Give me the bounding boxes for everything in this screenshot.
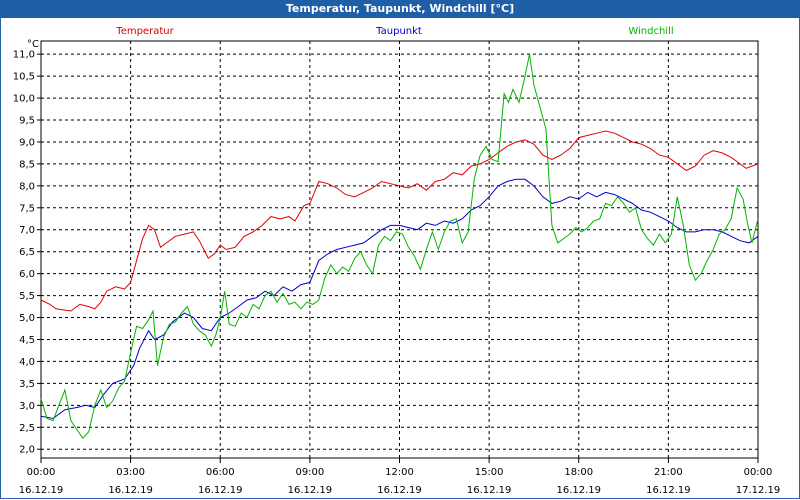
x-tick-date: 16.12.19 bbox=[108, 485, 153, 496]
chart-title: Temperatur, Taupunkt, Windchill [°C] bbox=[0, 0, 800, 18]
y-tick-label: 3,0 bbox=[19, 401, 35, 412]
y-tick-label: 4,0 bbox=[19, 357, 35, 368]
chart-frame: 2,0 2,5 3,0 3,5 4,0 4,5 5,0 5,5 6,0 6,5 7,0 7,5 8,0 8… bbox=[0, 18, 800, 499]
y-tick-label: 5,0 bbox=[19, 313, 35, 324]
x-tick-time: 06:00 bbox=[206, 467, 235, 478]
y-tick-label: 9,0 bbox=[19, 137, 35, 148]
y-tick-label: 5,5 bbox=[19, 291, 35, 302]
x-tick-date: 16.12.19 bbox=[288, 485, 333, 496]
y-tick-label: 2,0 bbox=[19, 445, 35, 456]
y-tick-label: 4,5 bbox=[19, 335, 35, 346]
y-tick-label: 6,5 bbox=[19, 247, 35, 258]
x-tick-time: 00:00 bbox=[27, 467, 56, 478]
legend-windchill: Windchill bbox=[628, 26, 673, 37]
x-tick-time: 15:00 bbox=[475, 467, 504, 478]
x-tick-time: 09:00 bbox=[295, 467, 324, 478]
x-tick-date: 16.12.19 bbox=[556, 485, 601, 496]
x-tick-date: 16.12.19 bbox=[646, 485, 691, 496]
y-tick-label: 9,5 bbox=[19, 116, 35, 127]
y-tick-label: 2,5 bbox=[19, 423, 35, 434]
x-tick-date: 16.12.19 bbox=[19, 485, 64, 496]
y-tick-label: 10,0 bbox=[13, 94, 35, 105]
x-tick-time: 18:00 bbox=[564, 467, 593, 478]
tick-labels: 2,0 2,5 3,0 3,5 4,0 4,5 5,0 5,5 6,0 6,5 7,0 7,5 8,0 8… bbox=[13, 50, 781, 496]
y-tick-label: 7,0 bbox=[19, 225, 35, 236]
y-tick-label: 3,5 bbox=[19, 379, 35, 390]
y-tick-label: 7,5 bbox=[19, 203, 35, 214]
x-tick-date: 16.12.19 bbox=[198, 485, 243, 496]
x-tick-date: 16.12.19 bbox=[377, 485, 422, 496]
grid-lines bbox=[41, 41, 758, 458]
y-tick-label: 8,0 bbox=[19, 181, 35, 192]
legend-temperatur: Temperatur bbox=[115, 26, 174, 37]
chart-canvas: 2,0 2,5 3,0 3,5 4,0 4,5 5,0 5,5 6,0 6,5 7,0 7,5 8,0 8… bbox=[13, 26, 781, 496]
legend-taupunkt: Taupunkt bbox=[375, 26, 422, 37]
x-tick-time: 00:00 bbox=[744, 467, 773, 478]
x-tick-time: 21:00 bbox=[654, 467, 683, 478]
y-tick-label: 8,5 bbox=[19, 159, 35, 170]
x-tick-date: 17.12.19 bbox=[736, 485, 781, 496]
y-axis-label: °C bbox=[27, 39, 39, 50]
x-tick-time: 03:00 bbox=[116, 467, 145, 478]
y-tick-label: 6,0 bbox=[19, 269, 35, 280]
x-tick-date: 16.12.19 bbox=[467, 485, 512, 496]
y-tick-label: 10,5 bbox=[13, 72, 35, 83]
x-tick-time: 12:00 bbox=[385, 467, 414, 478]
y-tick-label: 11,0 bbox=[13, 50, 35, 61]
